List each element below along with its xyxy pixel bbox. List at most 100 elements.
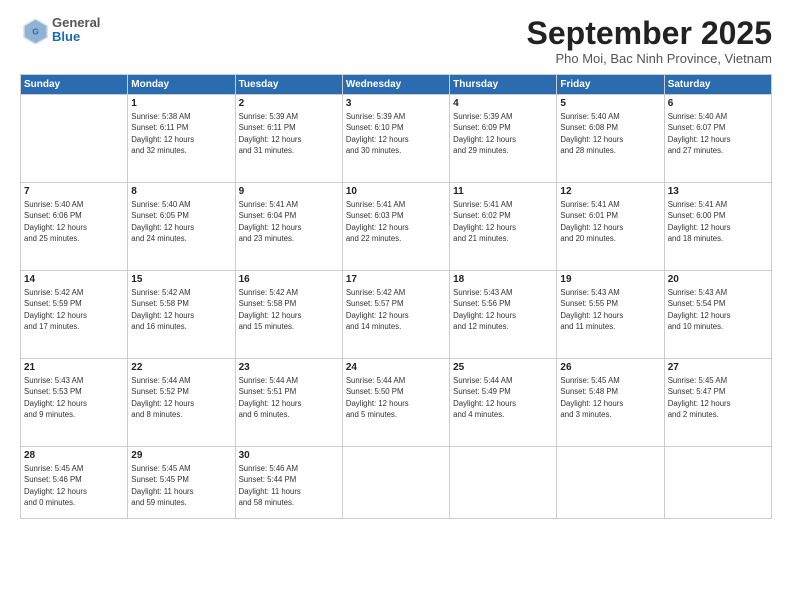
col-monday: Monday [128, 75, 235, 95]
table-row [450, 447, 557, 519]
day-number: 15 [131, 274, 231, 285]
day-info-text: and 31 minutes. [239, 145, 339, 156]
day-info-text: Sunrise: 5:41 AM [239, 199, 339, 210]
calendar-week-row: 1 Sunrise: 5:38 AMSunset: 6:11 PM Daylight… [21, 95, 772, 183]
day-info-text: Sunset: 5:58 PM [131, 298, 231, 309]
day-info-text: Sunset: 6:01 PM [560, 210, 660, 221]
day-info-text: Sunset: 6:09 PM [453, 122, 553, 133]
table-row: 3Sunrise: 5:39 AMSunset: 6:10 PMDaylight… [342, 95, 449, 183]
day-info-text: Daylight: 12 hours [346, 398, 446, 409]
day-number: 22 [131, 362, 231, 373]
day-info-text: and 23 minutes. [239, 233, 339, 244]
day-info-text: Daylight: 12 hours [239, 222, 339, 233]
day-number: 10 [346, 186, 446, 197]
day-info-text: Daylight: 12 hours [668, 134, 768, 145]
day-info-text: Sunset: 6:07 PM [668, 122, 768, 133]
day-info-text: Sunset: 5:50 PM [346, 386, 446, 397]
table-row [557, 447, 664, 519]
day-number: 9 [239, 186, 339, 197]
day-number: 24 [346, 362, 446, 373]
day-info-text: Sunset: 6:11 PM [131, 122, 231, 133]
day-info-text: Sunrise: 5:43 AM [453, 287, 553, 298]
day-info-text: Sunset: 5:52 PM [131, 386, 231, 397]
day-number: 26 [560, 362, 660, 373]
day-info-text: and 3 minutes. [560, 409, 660, 420]
day-info-text: Sunrise: 5:40 AM [131, 199, 231, 210]
logo-text: General Blue [52, 16, 100, 45]
day-info-text: Daylight: 12 hours [453, 222, 553, 233]
day-info-text: Sunrise: 5:43 AM [668, 287, 768, 298]
day-number: 1 [131, 98, 231, 109]
calendar-header-row: Sunday Monday Tuesday Wednesday Thursday… [21, 75, 772, 95]
table-row: 9 Sunrise: 5:41 AMSunset: 6:04 PMDaylight… [235, 183, 342, 271]
day-info-text: and 10 minutes. [668, 321, 768, 332]
table-row: 24 Sunrise: 5:44 AMSunset: 5:50 PMDayligh… [342, 359, 449, 447]
day-info-text: Sunset: 5:54 PM [668, 298, 768, 309]
day-info-text: Sunrise: 5:42 AM [24, 287, 124, 298]
table-row: 27Sunrise: 5:45 AMSunset: 5:47 PMDayligh… [664, 359, 771, 447]
table-row: 7Sunrise: 5:40 AMSunset: 6:06 PMDaylight… [21, 183, 128, 271]
day-info-text: Sunrise: 5:45 AM [560, 375, 660, 386]
calendar-table: Sunday Monday Tuesday Wednesday Thursday… [20, 74, 772, 519]
day-number: 20 [668, 274, 768, 285]
day-info-text: Sunset: 5:55 PM [560, 298, 660, 309]
day-info-text: Daylight: 12 hours [239, 134, 339, 145]
col-tuesday: Tuesday [235, 75, 342, 95]
day-number: 30 [239, 450, 339, 461]
day-info-text: Sunrise: 5:44 AM [453, 375, 553, 386]
table-row [664, 447, 771, 519]
day-info-text: Sunrise: 5:42 AM [346, 287, 446, 298]
day-info-text: Daylight: 12 hours [131, 222, 231, 233]
day-info-text: and 27 minutes. [668, 145, 768, 156]
day-number: 5 [560, 98, 660, 109]
table-row: 28Sunrise: 5:45 AMSunset: 5:46 PMDayligh… [21, 447, 128, 519]
day-info-text: Sunset: 6:08 PM [560, 122, 660, 133]
day-number: 12 [560, 186, 660, 197]
table-row: 16Sunrise: 5:42 AMSunset: 5:58 PMDayligh… [235, 271, 342, 359]
day-info-text: Sunrise: 5:39 AM [239, 111, 339, 122]
table-row: 14Sunrise: 5:42 AMSunset: 5:59 PMDayligh… [21, 271, 128, 359]
day-info-text: and 24 minutes. [131, 233, 231, 244]
day-info-text: Sunrise: 5:42 AM [239, 287, 339, 298]
table-row: 6Sunrise: 5:40 AMSunset: 6:07 PMDaylight… [664, 95, 771, 183]
table-row: 1Sunrise: 5:38 AMSunset: 6:11 PMDaylight… [128, 95, 235, 183]
day-info-text: and 12 minutes. [453, 321, 553, 332]
title-block: September 2025 Pho Moi, Bac Ninh Provinc… [527, 16, 772, 66]
day-number: 29 [131, 450, 231, 461]
table-row: 20Sunrise: 5:43 AMSunset: 5:54 PMDayligh… [664, 271, 771, 359]
day-info-text: Sunrise: 5:43 AM [24, 375, 124, 386]
calendar-week-row: 21Sunrise: 5:43 AMSunset: 5:53 PMDayligh… [21, 359, 772, 447]
day-info-text: Sunset: 6:10 PM [346, 122, 446, 133]
day-info-text: and 8 minutes. [131, 409, 231, 420]
day-info-text: Daylight: 12 hours [24, 486, 124, 497]
day-info-text: Daylight: 12 hours [346, 134, 446, 145]
day-info-text: Sunset: 6:05 PM [131, 210, 231, 221]
day-info-text: and 29 minutes. [453, 145, 553, 156]
day-info-text: Sunrise: 5:45 AM [131, 463, 231, 474]
day-info-text: Sunrise: 5:45 AM [668, 375, 768, 386]
day-info-text: Daylight: 12 hours [560, 398, 660, 409]
table-row: 15 Sunrise: 5:42 AMSunset: 5:58 PMDayligh… [128, 271, 235, 359]
table-row: 2Sunrise: 5:39 AMSunset: 6:11 PMDaylight… [235, 95, 342, 183]
day-number: 18 [453, 274, 553, 285]
table-row: 17Sunrise: 5:42 AMSunset: 5:57 PMDayligh… [342, 271, 449, 359]
day-info-text: Daylight: 12 hours [453, 134, 553, 145]
day-info-text: Sunrise: 5:41 AM [346, 199, 446, 210]
day-info-text: Sunrise: 5:44 AM [346, 375, 446, 386]
col-thursday: Thursday [450, 75, 557, 95]
day-info-text: Sunset: 5:56 PM [453, 298, 553, 309]
day-info-text: Sunrise: 5:38 AM [131, 111, 231, 122]
table-row: 26Sunrise: 5:45 AMSunset: 5:48 PMDayligh… [557, 359, 664, 447]
day-number: 19 [560, 274, 660, 285]
day-info-text: Sunrise: 5:45 AM [24, 463, 124, 474]
day-info-text: Daylight: 12 hours [239, 398, 339, 409]
day-info-text: Daylight: 12 hours [131, 310, 231, 321]
logo-icon: G [20, 16, 48, 44]
day-info-text: Sunset: 6:00 PM [668, 210, 768, 221]
day-info-text: Sunset: 6:04 PM [239, 210, 339, 221]
col-saturday: Saturday [664, 75, 771, 95]
day-number: 16 [239, 274, 339, 285]
day-info-text: and 21 minutes. [453, 233, 553, 244]
day-info-text: Sunset: 5:58 PM [239, 298, 339, 309]
day-info-text: Sunrise: 5:42 AM [131, 287, 231, 298]
